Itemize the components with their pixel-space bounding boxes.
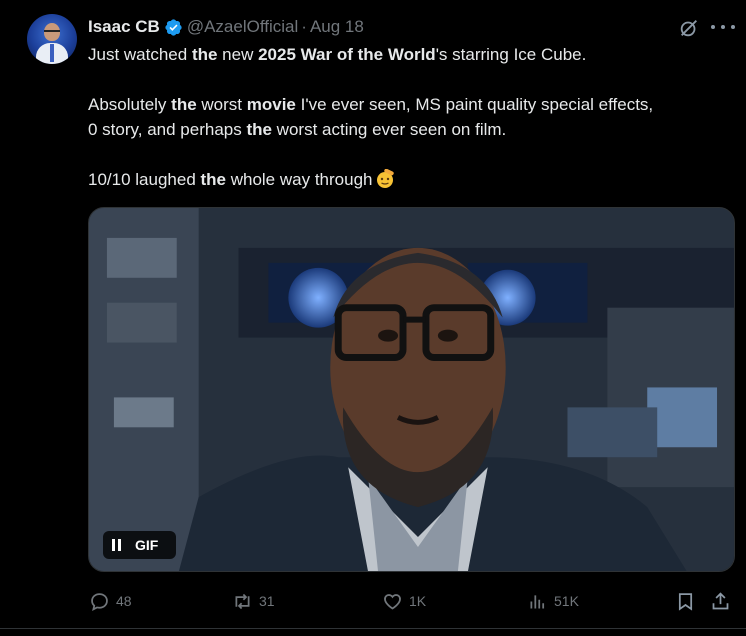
tweet-media-gif[interactable]: GIF	[88, 207, 735, 572]
reply-icon	[91, 592, 108, 611]
bookmark-icon	[678, 592, 693, 611]
bookmark-button[interactable]	[675, 587, 696, 615]
tweet-date[interactable]: Aug 18	[310, 17, 364, 37]
repost-button[interactable]: 31	[232, 587, 275, 615]
tweet-text-line: 10/10 laughed the whole way through	[88, 168, 395, 192]
like-count: 1K	[409, 593, 427, 609]
tweet-actions: 48 31 1K 51K	[0, 587, 746, 615]
tweet-text-line: 0 story, and perhaps the worst acting ev…	[88, 120, 507, 139]
tweet-text-line: Absolutely the worst movie I've ever see…	[88, 95, 654, 114]
tweet[interactable]: Isaac CB @AzaelOfficial · Aug 18 Just wa…	[0, 0, 746, 636]
repost-icon	[235, 593, 250, 609]
tweet-text-line: Just watched the new 2025 War of the Wor…	[88, 45, 587, 64]
share-button[interactable]	[710, 587, 731, 615]
avatar[interactable]	[27, 14, 77, 64]
author-name[interactable]: Isaac CB	[88, 17, 160, 37]
like-button[interactable]: 1K	[382, 587, 426, 615]
pause-icon[interactable]	[112, 539, 121, 551]
reply-count: 48	[116, 593, 132, 609]
views-button[interactable]: 51K	[527, 587, 579, 615]
gif-label: GIF	[135, 537, 159, 553]
more-icon[interactable]	[711, 20, 735, 34]
views-count: 51K	[554, 593, 579, 609]
gif-frame	[89, 208, 734, 571]
verified-badge-icon	[165, 18, 182, 36]
tweet-header: Isaac CB @AzaelOfficial · Aug 18	[88, 16, 364, 38]
share-icon	[712, 591, 729, 609]
reply-button[interactable]: 48	[89, 587, 132, 615]
author-handle[interactable]: @AzaelOfficial	[187, 17, 298, 37]
saluting-face-emoji	[377, 169, 395, 188]
tweet-divider	[0, 628, 746, 629]
repost-count: 31	[259, 593, 275, 609]
like-icon	[384, 593, 401, 610]
gif-control-badge[interactable]: GIF	[103, 531, 176, 559]
separator-dot: ·	[301, 17, 307, 36]
grok-icon[interactable]	[678, 17, 700, 39]
views-icon	[530, 594, 545, 608]
